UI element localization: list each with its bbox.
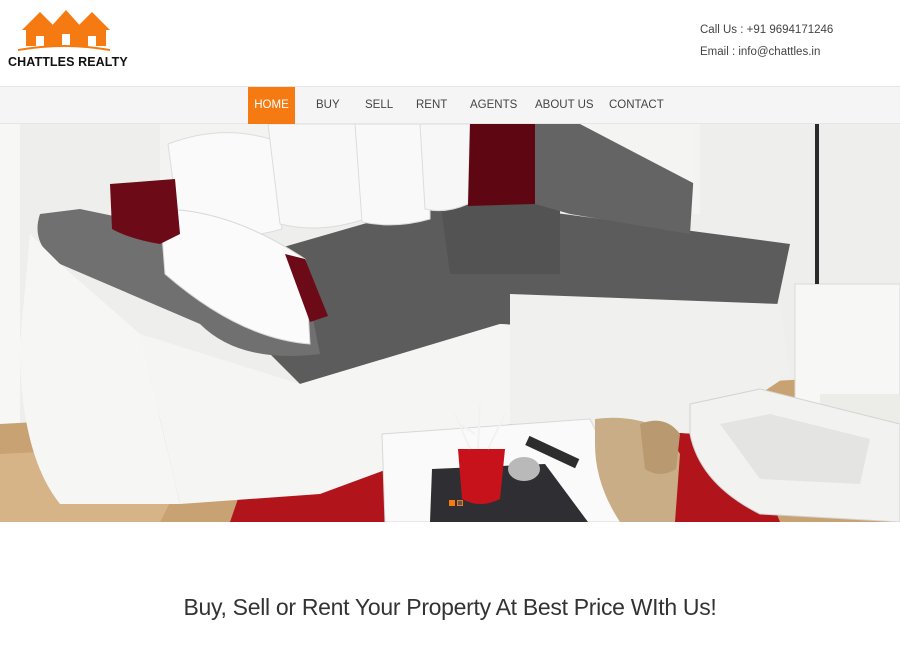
- slide-dot-2[interactable]: [457, 500, 463, 506]
- main-nav: HOME BUY SELL RENT AGENTS ABOUT US CONTA…: [0, 86, 900, 124]
- nav-item-buy[interactable]: BUY: [295, 87, 354, 124]
- contact-info: Call Us : +91 9694171246 Email : info@ch…: [700, 19, 833, 63]
- logo[interactable]: CHATTLES REALTY: [8, 8, 128, 70]
- hero-slider[interactable]: [0, 124, 900, 522]
- page-tagline: Buy, Sell or Rent Your Property At Best …: [183, 594, 717, 620]
- phone-text: Call Us : +91 9694171246: [700, 24, 834, 36]
- nav-item-rent[interactable]: RENT: [405, 87, 459, 124]
- nav-item-agents[interactable]: AGENTS: [459, 87, 524, 124]
- slider-indicators: [449, 500, 463, 506]
- houses-logo-icon: [18, 10, 110, 51]
- site-header: CHATTLES REALTY Call Us : +91 9694171246…: [0, 0, 900, 86]
- nav-item-sell[interactable]: SELL: [354, 87, 405, 124]
- nav-item-contact[interactable]: CONTACT: [598, 87, 664, 124]
- slide-dot-1[interactable]: [449, 500, 455, 506]
- nav-item-about-us[interactable]: ABOUT US: [524, 87, 598, 124]
- nav-item-home[interactable]: HOME: [248, 87, 295, 124]
- email-text[interactable]: Email : info@chattles.in: [700, 41, 833, 63]
- brand-name: CHATTLES REALTY: [8, 55, 128, 69]
- living-room-photo: [0, 124, 900, 522]
